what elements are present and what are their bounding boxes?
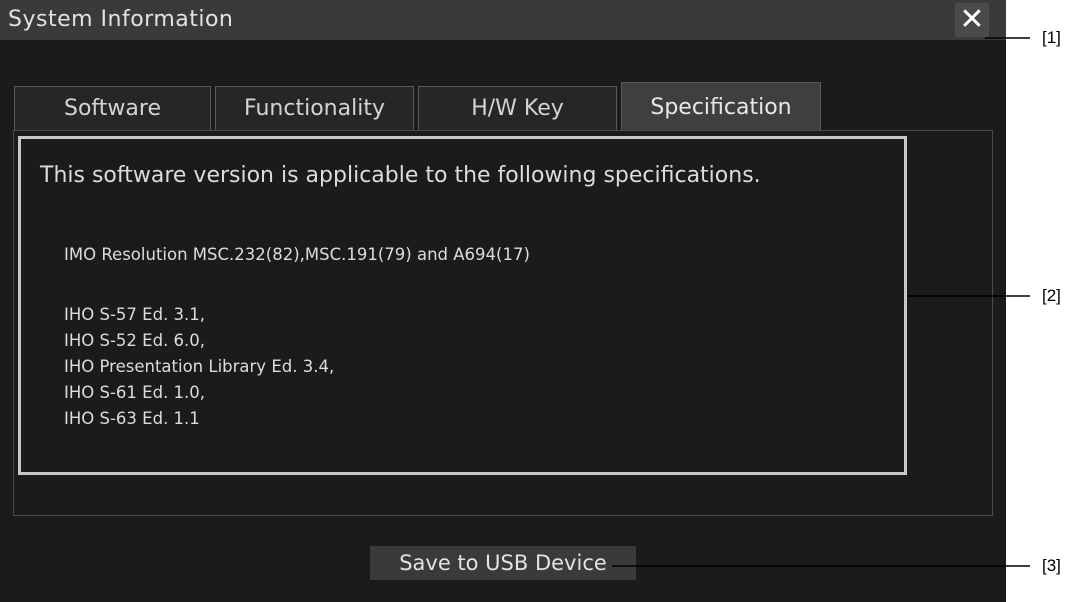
callout-label-3: [3] [1042,556,1061,575]
callout-label-2: [2] [1042,286,1061,305]
callout-leader-lines [612,37,1030,567]
callout-label-1: [1] [1042,28,1061,47]
